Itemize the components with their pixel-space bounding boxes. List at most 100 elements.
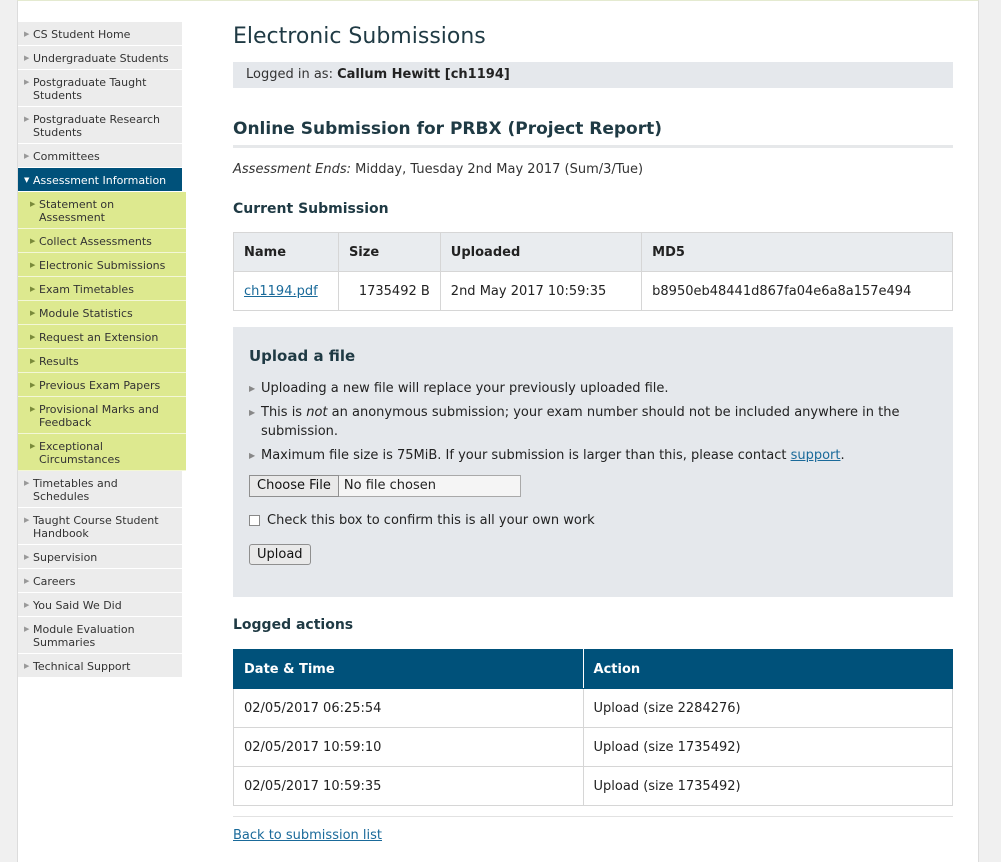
- upload-title: Upload a file: [249, 347, 356, 365]
- chevron-right-icon: ▶: [30, 200, 36, 208]
- cell-action: Upload (size 1735492): [582, 766, 954, 806]
- sidebar-item-label: Careers: [33, 575, 76, 588]
- sidebar-subitem-label: Statement on Assessment: [39, 198, 115, 224]
- column-header-uploaded: Uploaded: [439, 232, 643, 272]
- sidebar-item-label: Supervision: [33, 551, 98, 564]
- chevron-right-icon: ▶: [30, 261, 36, 269]
- sidebar-item-postgraduate-research[interactable]: ▶ Postgraduate Research Students: [18, 107, 182, 144]
- chevron-right-icon: ▶: [24, 553, 30, 561]
- file-input: Choose File No file chosen: [249, 475, 937, 497]
- logged-in-label: Logged in as:: [246, 67, 333, 82]
- sidebar-item-technical-support[interactable]: ▶ Technical Support: [18, 654, 182, 678]
- cell-size: 1735492 B: [337, 271, 441, 311]
- column-header-size: Size: [337, 232, 441, 272]
- sidebar-item-handbook[interactable]: ▶ Taught Course Student Handbook: [18, 508, 182, 545]
- upload-notes: ▶ Uploading a new file will replace your…: [249, 379, 937, 465]
- chevron-right-icon: ▶: [24, 479, 30, 487]
- column-header-date-time: Date & Time: [233, 649, 584, 689]
- chevron-right-icon: ▶: [24, 577, 30, 585]
- sidebar-item-careers[interactable]: ▶ Careers: [18, 569, 182, 593]
- sidebar-item-cs-student-home[interactable]: ▶ CS Student Home: [18, 22, 182, 46]
- sidebar-item-committees[interactable]: ▶ Committees: [18, 144, 182, 168]
- sidebar-item-label: Postgraduate Taught Students: [33, 76, 147, 102]
- note-text-part: .: [840, 448, 845, 463]
- logged-actions-table: Date & Time Action 02/05/2017 06:25:54 U…: [233, 649, 954, 806]
- sidebar-item-module-evaluation[interactable]: ▶ Module Evaluation Summaries: [18, 617, 182, 654]
- logged-actions-title: Logged actions: [233, 617, 354, 633]
- assessment-ends-value: Midday, Tuesday 2nd May 2017 (Sum/3/Tue): [355, 162, 644, 177]
- sidebar-subitem-results[interactable]: ▶ Results: [18, 349, 186, 373]
- sidebar-nav: ▶ CS Student Home ▶ Undergraduate Studen…: [18, 22, 186, 678]
- sidebar-item-label: Assessment Information: [33, 174, 167, 187]
- sidebar-subitem-label: Module Statistics: [39, 307, 133, 320]
- confirm-own-work-label: Check this box to confirm this is all yo…: [267, 513, 595, 528]
- chevron-right-icon: ▶: [24, 152, 30, 160]
- sidebar-subitem-collect-assessments[interactable]: ▶ Collect Assessments: [18, 229, 186, 253]
- confirm-row: Check this box to confirm this is all yo…: [249, 513, 937, 528]
- confirm-own-work-checkbox[interactable]: [249, 515, 260, 526]
- sidebar-subitem-label: Collect Assessments: [39, 235, 152, 248]
- sidebar-subitem-exceptional-circumstances[interactable]: ▶ Exceptional Circumstances: [18, 434, 186, 471]
- table-row: 02/05/2017 10:59:35 Upload (size 1735492…: [233, 766, 954, 806]
- current-submission-title: Current Submission: [233, 201, 389, 217]
- chevron-right-icon: ▶: [24, 625, 30, 633]
- sidebar-subitem-previous-exam-papers[interactable]: ▶ Previous Exam Papers: [18, 373, 186, 397]
- chevron-right-icon: ▶: [24, 78, 30, 86]
- note-text-part: Maximum file size is 75MiB. If your subm…: [261, 448, 791, 463]
- sidebar-subitem-module-statistics[interactable]: ▶ Module Statistics: [18, 301, 186, 325]
- sidebar-item-supervision[interactable]: ▶ Supervision: [18, 545, 182, 569]
- footer: Back to submission list: [233, 816, 953, 843]
- sidebar-subitem-provisional-marks[interactable]: ▶ Provisional Marks and Feedback: [18, 397, 186, 434]
- choose-file-button[interactable]: Choose File: [249, 475, 339, 497]
- sidebar-subitem-statement-on-assessment[interactable]: ▶ Statement on Assessment: [18, 192, 186, 229]
- sidebar-subitem-label: Exceptional Circumstances: [39, 440, 121, 466]
- support-link[interactable]: support: [791, 448, 841, 463]
- sidebar-item-postgraduate-taught[interactable]: ▶ Postgraduate Taught Students: [18, 70, 182, 107]
- assessment-ends-label: Assessment Ends:: [233, 162, 351, 177]
- sidebar-item-label: Taught Course Student Handbook: [33, 514, 159, 540]
- cell-name: ch1194.pdf: [233, 271, 339, 311]
- submitted-file-link[interactable]: ch1194.pdf: [244, 284, 318, 299]
- sidebar-item-label: You Said We Did: [33, 599, 122, 612]
- logged-in-bar: Logged in as: Callum Hewitt [ch1194]: [233, 62, 953, 88]
- chevron-right-icon: ▶: [30, 285, 36, 293]
- chevron-right-icon: ▶: [30, 381, 36, 389]
- sidebar-subitem-electronic-submissions[interactable]: ▶ Electronic Submissions: [18, 253, 186, 277]
- upload-button[interactable]: Upload: [249, 544, 311, 565]
- sidebar-subitem-label: Provisional Marks and Feedback: [39, 403, 159, 429]
- note-text-part: an anonymous submission; your exam numbe…: [261, 405, 900, 439]
- cell-action: Upload (size 2284276): [582, 688, 954, 728]
- chevron-right-icon: ▶: [24, 662, 30, 670]
- sidebar-subitem-label: Exam Timetables: [39, 283, 134, 296]
- sidebar-item-undergraduate[interactable]: ▶ Undergraduate Students: [18, 46, 182, 70]
- submission-title: Online Submission for PRBX (Project Repo…: [233, 119, 953, 148]
- cell-date-time: 02/05/2017 10:59:35: [233, 766, 584, 806]
- sidebar-item-label: CS Student Home: [33, 28, 131, 41]
- back-to-submission-list-link[interactable]: Back to submission list: [233, 828, 382, 843]
- column-header-name: Name: [233, 232, 339, 272]
- table-row: 02/05/2017 06:25:54 Upload (size 2284276…: [233, 688, 954, 728]
- chevron-right-icon: ▶: [30, 357, 36, 365]
- file-name-display: No file chosen: [338, 475, 521, 497]
- sidebar-item-timetables[interactable]: ▶ Timetables and Schedules: [18, 471, 182, 508]
- page-title: Electronic Submissions: [233, 24, 486, 49]
- chevron-right-icon: ▶: [24, 30, 30, 38]
- column-header-action: Action: [582, 649, 954, 689]
- upload-note-text: This is not an anonymous submission; you…: [261, 403, 937, 441]
- chevron-right-icon: ▶: [24, 516, 30, 524]
- cell-md5: b8950eb48441d867fa04e6a8a157e494: [641, 271, 953, 311]
- sidebar-item-label: Postgraduate Research Students: [33, 113, 160, 139]
- sidebar-subitem-request-extension[interactable]: ▶ Request an Extension: [18, 325, 186, 349]
- cell-date-time: 02/05/2017 10:59:10: [233, 727, 584, 767]
- sidebar-subitem-label: Request an Extension: [39, 331, 159, 344]
- column-header-md5: MD5: [641, 232, 953, 272]
- upload-panel: Upload a file ▶ Uploading a new file wil…: [233, 327, 953, 597]
- sidebar-subitem-exam-timetables[interactable]: ▶ Exam Timetables: [18, 277, 186, 301]
- cell-uploaded: 2nd May 2017 10:59:35: [439, 271, 643, 311]
- note-text-part: This is: [261, 405, 307, 420]
- table-row: 02/05/2017 10:59:10 Upload (size 1735492…: [233, 727, 954, 767]
- sidebar-item-label: Technical Support: [33, 660, 131, 673]
- sidebar-item-you-said-we-did[interactable]: ▶ You Said We Did: [18, 593, 182, 617]
- sidebar-item-assessment-information[interactable]: ▼ Assessment Information: [18, 168, 182, 192]
- sidebar-subitem-label: Electronic Submissions: [39, 259, 166, 272]
